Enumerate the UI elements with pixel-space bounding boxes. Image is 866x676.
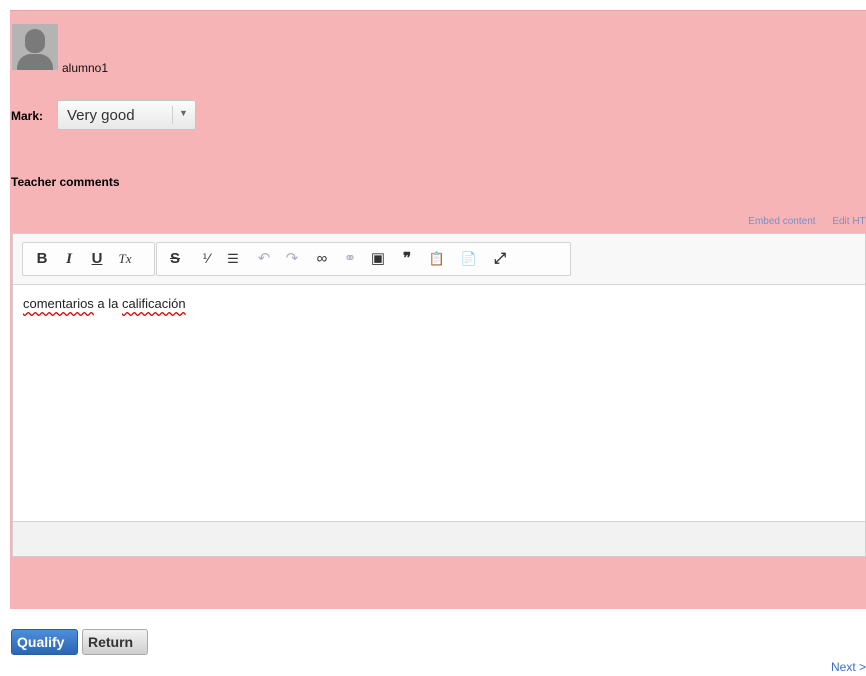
comment-middle: a la (93, 296, 122, 311)
bulleted-list-icon[interactable]: ☰ (220, 243, 246, 275)
toolbar-group-extended: S ⅟ ☰ ↶ ↷ ∞ ⚭ ▣ ❞ 📋 📄 ⤢ (156, 242, 571, 276)
chevron-down-icon: ▼ (179, 108, 188, 118)
embed-content-link[interactable]: Embed content (748, 216, 815, 227)
rich-text-editor: B I U Tx S ⅟ ☰ ↶ ↷ ∞ ⚭ ▣ ❞ 📋 📄 ⤢ comenta (12, 233, 866, 557)
teacher-comments-heading: Teacher comments (11, 175, 120, 189)
editor-status-bar (13, 521, 865, 556)
paste-word-icon[interactable]: 📄 (456, 243, 482, 275)
comment-word-1: comentarios (23, 296, 94, 311)
editor-content[interactable]: comentarios a la calificación (23, 296, 186, 311)
qualify-button[interactable]: Qualify (11, 629, 78, 655)
return-button[interactable]: Return (82, 629, 148, 655)
mark-label: Mark: (11, 109, 44, 123)
select-divider (172, 106, 173, 124)
mark-selected-value: Very good (67, 107, 135, 124)
unlink-icon[interactable]: ⚭ (337, 243, 363, 275)
avatar-body-icon (17, 54, 53, 70)
numbered-list-icon[interactable]: ⅟ (193, 243, 219, 275)
edit-html-link[interactable]: Edit HTM (832, 216, 866, 227)
redo-icon[interactable]: ↷ (279, 243, 305, 275)
bold-icon[interactable]: B (29, 243, 55, 275)
avatar (12, 24, 58, 70)
italic-icon[interactable]: I (56, 243, 82, 275)
editor-links: Embed content Edit HTM (734, 216, 866, 227)
undo-icon[interactable]: ↶ (251, 243, 277, 275)
toolbar-group-basic: B I U Tx (22, 242, 155, 276)
comment-word-2: calificación (122, 296, 186, 311)
mark-select[interactable]: Very good ▼ (57, 100, 196, 130)
next-link[interactable]: Next > (831, 660, 866, 674)
editor-toolbar: B I U Tx S ⅟ ☰ ↶ ↷ ∞ ⚭ ▣ ❞ 📋 📄 ⤢ (13, 234, 865, 285)
blockquote-icon[interactable]: ❞ (394, 243, 420, 275)
grading-panel: alumno1 Mark: Very good ▼ Teacher commen… (10, 10, 866, 609)
link-icon[interactable]: ∞ (309, 243, 335, 275)
student-name: alumno1 (62, 61, 109, 75)
paste-text-icon[interactable]: 📋 (424, 243, 450, 275)
avatar-head-icon (25, 29, 45, 53)
underline-icon[interactable]: U (84, 243, 110, 275)
remove-format-icon[interactable]: Tx (112, 243, 138, 275)
maximize-icon[interactable]: ⤢ (487, 243, 513, 275)
image-icon[interactable]: ▣ (365, 243, 391, 275)
strikethrough-icon[interactable]: S (162, 243, 188, 275)
